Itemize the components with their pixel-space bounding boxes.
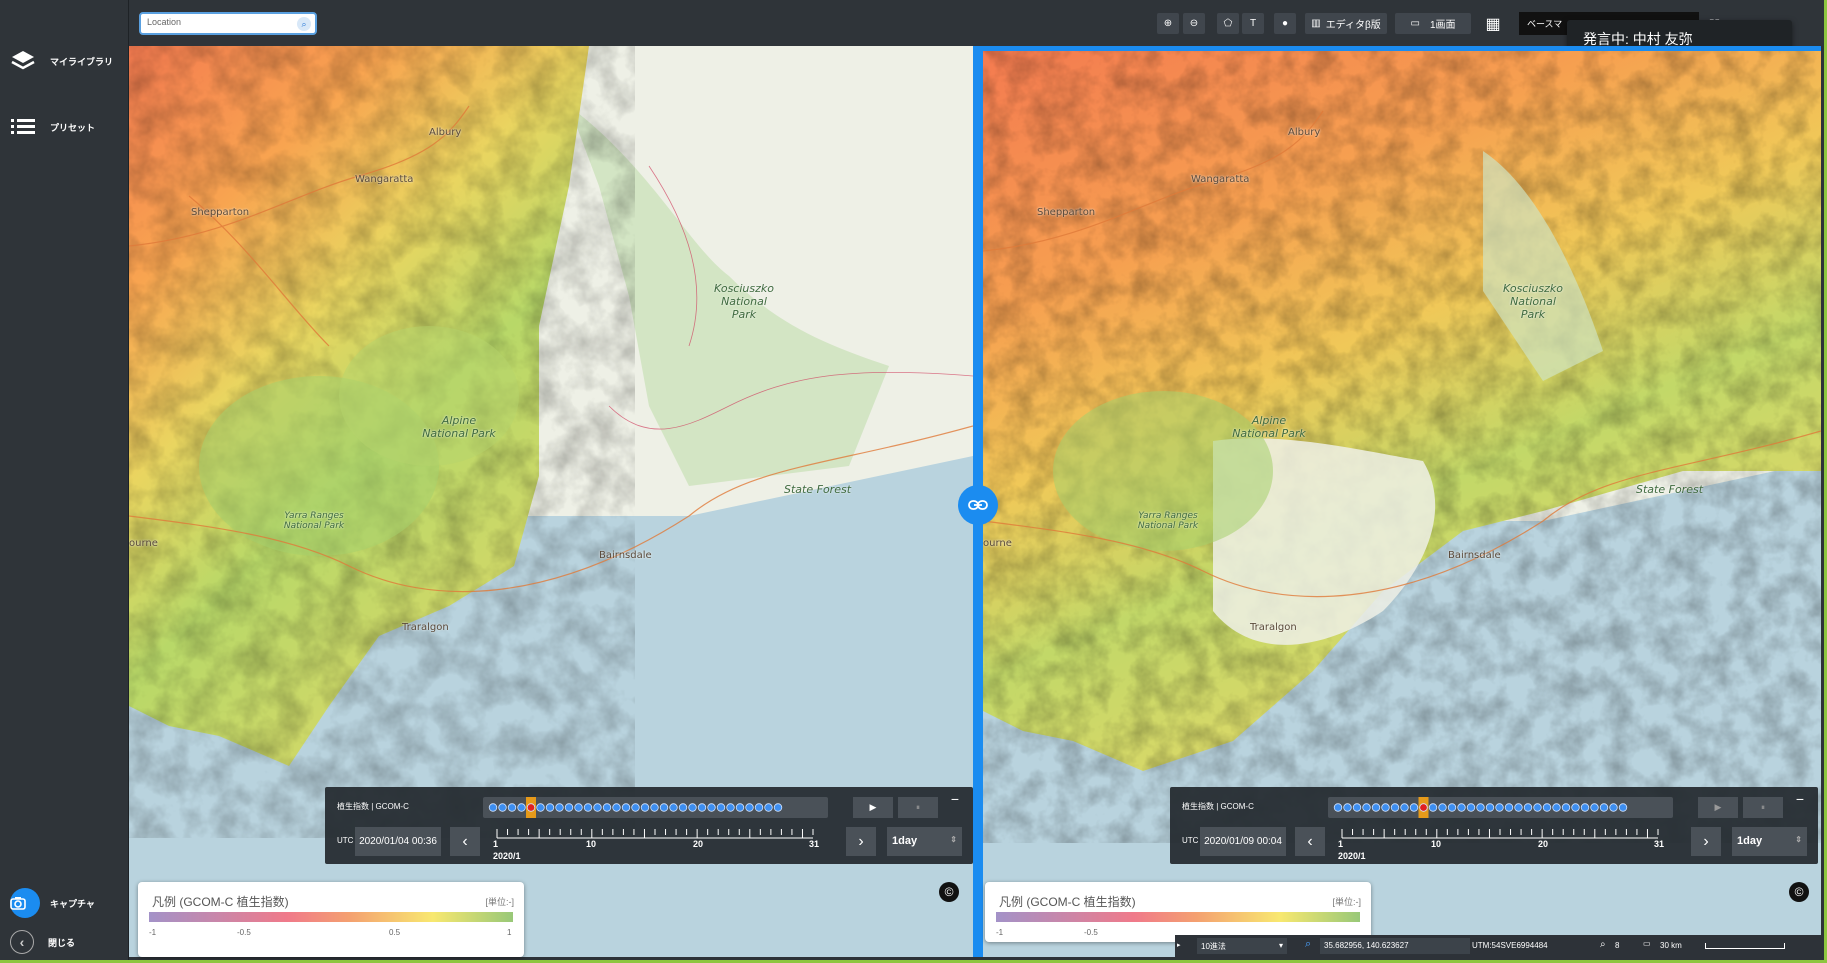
window-frame xyxy=(0,0,1827,963)
